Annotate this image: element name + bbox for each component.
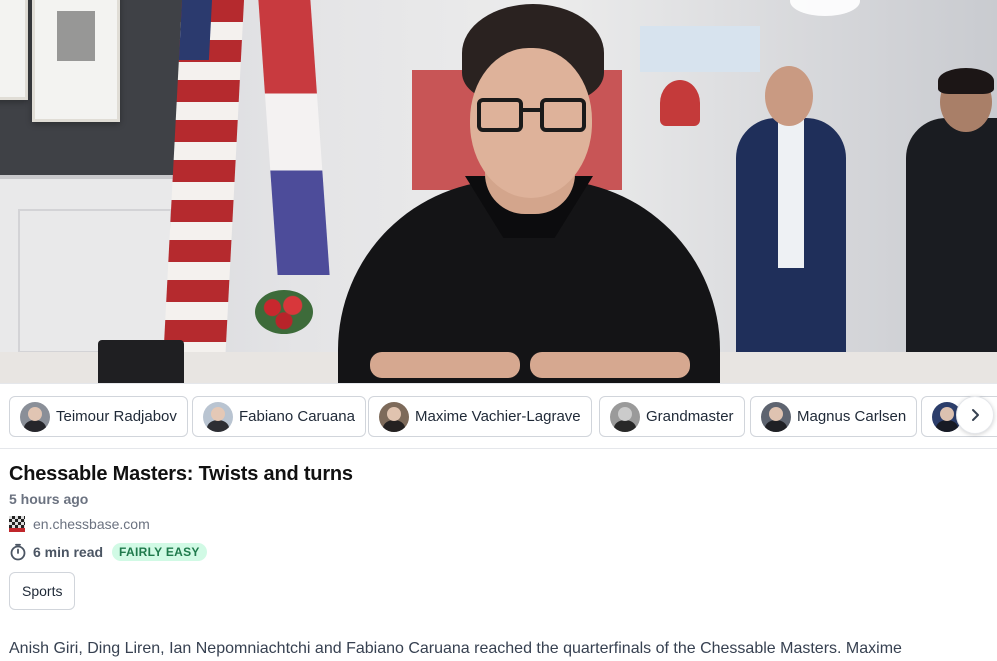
hero-person-bg-hair [938, 68, 994, 94]
category-button[interactable]: Sports [9, 572, 76, 610]
tag-label: Magnus Carlsen [797, 408, 907, 425]
scroll-tags-right-button[interactable] [956, 396, 994, 434]
chevron-right-icon [972, 409, 979, 421]
hero-subject-arm [370, 352, 520, 378]
hero-window [640, 26, 760, 72]
tag-label: Grandmaster [646, 408, 734, 425]
read-info: 6 min read FAIRLY EASY [9, 543, 207, 561]
avatar-icon [761, 401, 791, 432]
hero-flag-fr [258, 0, 330, 275]
source-domain: en.chessbase.com [33, 516, 150, 532]
hero-subject-glasses [540, 98, 586, 132]
article-summary: Anish Giri, Ding Liren, Ian Nepomniachtc… [9, 640, 902, 657]
tag-chip-fabiano-caruana[interactable]: Fabiano Caruana [192, 396, 366, 437]
hero-subject-glasses [477, 98, 523, 132]
tag-label: Fabiano Caruana [239, 408, 355, 425]
article-source[interactable]: en.chessbase.com [9, 516, 150, 532]
hero-frame [0, 0, 28, 100]
tag-label: Teimour Radjabov [56, 408, 177, 425]
hero-subject-arm [530, 352, 690, 378]
article-title[interactable]: Chessable Masters: Twists and turns [9, 463, 353, 486]
source-favicon-icon [9, 516, 25, 532]
hero-sign [660, 80, 700, 126]
avatar-icon [379, 401, 409, 432]
hero-frame [32, 0, 120, 122]
read-time: 6 min read [33, 544, 104, 560]
hero-person-bg [906, 118, 997, 383]
hero-person-bg-head [765, 66, 813, 126]
stopwatch-icon [10, 543, 26, 561]
hero-subject-glasses-bridge [521, 108, 541, 112]
difficulty-badge: FAIRLY EASY [112, 543, 207, 561]
tag-label: Maxime Vachier-Lagrave [415, 408, 581, 425]
hero-image[interactable] [0, 0, 997, 383]
tag-chip-magnus-carlsen[interactable]: Magnus Carlsen [750, 396, 918, 437]
avatar-icon [610, 401, 640, 432]
avatar-icon [20, 401, 50, 432]
tag-strip: Teimour Radjabov Fabiano Caruana Maxime … [0, 383, 997, 449]
hero-flowers [255, 290, 313, 334]
tag-chip-grandmaster[interactable]: Grandmaster [599, 396, 745, 437]
article-time: 5 hours ago [9, 491, 89, 507]
tag-chip-maxime-vachier-lagrave[interactable]: Maxime Vachier-Lagrave [368, 396, 592, 437]
hero-cup [98, 340, 184, 383]
hero-person-bg-shirt [778, 118, 804, 268]
avatar-icon [203, 401, 233, 432]
hero-lamp [790, 0, 860, 16]
tag-chip-teimour-radjabov[interactable]: Teimour Radjabov [9, 396, 188, 437]
